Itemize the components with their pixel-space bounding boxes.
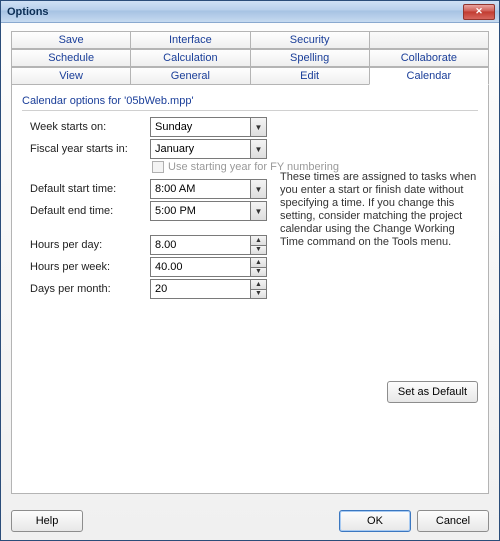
ok-button[interactable]: OK [339,510,411,532]
checkbox-icon [152,161,164,173]
group-title: Calendar options for '05bWeb.mpp' [22,95,478,107]
tab-collaborate[interactable]: Collaborate [369,49,489,67]
combo-default-end-input[interactable] [150,201,250,221]
tab-interface[interactable]: Interface [130,31,250,49]
tab-empty [369,31,489,49]
chevron-up-icon[interactable]: ▲ [250,279,267,289]
dialog-body: Save Interface Security Schedule Calcula… [1,23,499,502]
spin-hours-day[interactable]: ▲▼ [150,235,267,255]
tab-spelling[interactable]: Spelling [250,49,370,67]
cancel-button[interactable]: Cancel [417,510,489,532]
chevron-down-icon[interactable]: ▼ [250,139,267,159]
combo-fiscal-starts[interactable]: ▼ [150,139,267,159]
label-default-end: Default end time: [30,205,150,217]
spin-days-month-input[interactable] [150,279,250,299]
label-default-start: Default start time: [30,183,150,195]
tab-strip: Save Interface Security Schedule Calcula… [11,31,489,85]
label-fiscal-starts: Fiscal year starts in: [30,143,150,155]
tab-panel-calendar: Calendar options for '05bWeb.mpp' Week s… [11,85,489,494]
close-icon[interactable]: ✕ [463,4,495,20]
tab-save[interactable]: Save [11,31,131,49]
label-days-month: Days per month: [30,283,150,295]
tab-calculation[interactable]: Calculation [130,49,250,67]
combo-default-end[interactable]: ▼ [150,201,267,221]
set-default-button[interactable]: Set as Default [387,381,478,403]
combo-default-start-input[interactable] [150,179,250,199]
label-hours-day: Hours per day: [30,239,150,251]
tab-edit[interactable]: Edit [250,67,370,85]
tab-schedule[interactable]: Schedule [11,49,131,67]
combo-week-starts[interactable]: ▼ [150,117,267,137]
group-divider [22,110,478,111]
combo-fiscal-starts-input[interactable] [150,139,250,159]
titlebar: Options ✕ [1,1,499,23]
chevron-down-icon[interactable]: ▼ [250,245,267,256]
dialog-footer: Help OK Cancel [1,502,499,540]
chevron-down-icon[interactable]: ▼ [250,201,267,221]
options-dialog: Options ✕ Save Interface Security Schedu… [0,0,500,541]
chevron-down-icon[interactable]: ▼ [250,179,267,199]
chevron-down-icon[interactable]: ▼ [250,289,267,300]
info-text: These times are assigned to tasks when y… [280,171,478,249]
spin-hours-week-input[interactable] [150,257,250,277]
combo-week-starts-input[interactable] [150,117,250,137]
spin-days-month[interactable]: ▲▼ [150,279,267,299]
chevron-up-icon[interactable]: ▲ [250,235,267,245]
combo-default-start[interactable]: ▼ [150,179,267,199]
window-title: Options [7,6,463,18]
help-button[interactable]: Help [11,510,83,532]
chevron-down-icon[interactable]: ▼ [250,267,267,278]
label-week-starts: Week starts on: [30,121,150,133]
spin-hours-day-input[interactable] [150,235,250,255]
tab-view[interactable]: View [11,67,131,85]
chevron-down-icon[interactable]: ▼ [250,117,267,137]
tab-security[interactable]: Security [250,31,370,49]
spin-hours-week[interactable]: ▲▼ [150,257,267,277]
tab-general[interactable]: General [130,67,250,85]
label-hours-week: Hours per week: [30,261,150,273]
chevron-up-icon[interactable]: ▲ [250,257,267,267]
tab-calendar[interactable]: Calendar [369,67,489,85]
